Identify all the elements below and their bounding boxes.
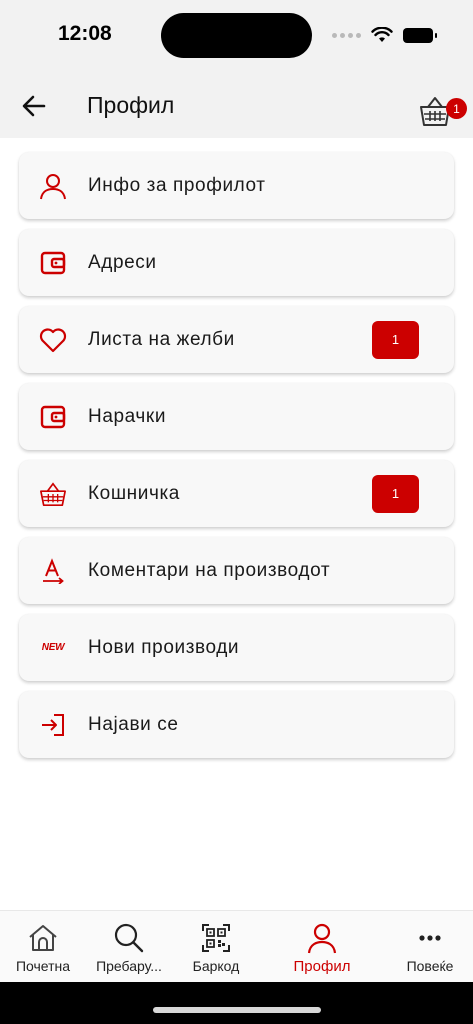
new-icon-text: NEW: [41, 642, 65, 653]
menu-item-wishlist[interactable]: Листа на желби 1: [19, 306, 454, 373]
menu-item-label: Инфо за профилот: [88, 174, 266, 196]
menu-item-label: Коментари на производот: [88, 559, 331, 581]
status-icons: [332, 22, 437, 48]
menu-item-addresses[interactable]: Адреси: [19, 229, 454, 296]
home-icon: [26, 921, 60, 955]
menu-item-profile-info[interactable]: Инфо за профилот: [19, 152, 454, 219]
signal-icon: [332, 32, 361, 38]
nav-item-profile[interactable]: Профил: [286, 911, 358, 983]
menu-item-label: Адреси: [88, 251, 157, 273]
menu-item-product-reviews[interactable]: Коментари на производот: [19, 537, 454, 604]
menu-item-label: Нарачки: [88, 405, 167, 427]
bottom-nav: Почетна Пребару... Баркод Профил Повеќе: [0, 910, 473, 982]
home-indicator[interactable]: [153, 1007, 321, 1013]
nav-item-search[interactable]: Пребару...: [88, 911, 170, 983]
search-icon: [112, 921, 146, 955]
wishlist-count-badge: 1: [372, 320, 419, 359]
battery-icon: [403, 27, 437, 43]
home-bar-area: [0, 982, 473, 1024]
heart-icon: [39, 326, 67, 354]
menu-item-login[interactable]: Најави се: [19, 691, 454, 758]
menu-item-label: Листа на желби: [88, 328, 235, 350]
menu-item-orders[interactable]: Нарачки: [19, 383, 454, 450]
nav-item-more[interactable]: Повеќе: [398, 911, 462, 983]
menu-item-label: Нови производи: [88, 636, 240, 658]
status-bar: 12:08: [0, 0, 473, 72]
status-time: 12:08: [58, 22, 112, 45]
nav-label: Почетна: [15, 958, 71, 974]
arrow-left-icon: [22, 95, 46, 117]
new-icon: NEW: [39, 634, 67, 662]
app-header: Профил 1: [0, 72, 473, 138]
menu-item-cart[interactable]: Кошничка 1: [19, 460, 454, 527]
nav-item-home[interactable]: Почетна: [10, 911, 76, 983]
back-button[interactable]: [18, 90, 50, 122]
nav-label: Повеќе: [406, 958, 454, 974]
basket-icon: [39, 480, 67, 508]
cart-count-badge: 1: [446, 98, 467, 119]
menu-item-label: Кошничка: [88, 482, 180, 504]
user-icon: [305, 921, 339, 955]
cart-items-badge: 1: [372, 474, 419, 513]
more-icon: [413, 921, 447, 955]
nav-item-barcode[interactable]: Баркод: [184, 911, 248, 983]
qr-icon: [199, 921, 233, 955]
profile-menu: Инфо за профилот Адреси Листа на желби 1…: [19, 152, 454, 768]
nav-label: Баркод: [192, 958, 240, 974]
menu-item-new-products[interactable]: NEW Нови производи: [19, 614, 454, 681]
user-icon: [39, 172, 67, 200]
nav-label: Пребару...: [96, 958, 162, 974]
wifi-icon: [371, 27, 393, 42]
page-title: Профил: [87, 92, 175, 118]
nav-label: Профил: [293, 958, 351, 975]
review-icon: [39, 557, 67, 585]
dynamic-island: [161, 13, 312, 58]
menu-item-label: Најави се: [88, 713, 179, 735]
wallet-icon: [39, 403, 67, 431]
wallet-icon: [39, 249, 67, 277]
login-icon: [39, 711, 67, 739]
